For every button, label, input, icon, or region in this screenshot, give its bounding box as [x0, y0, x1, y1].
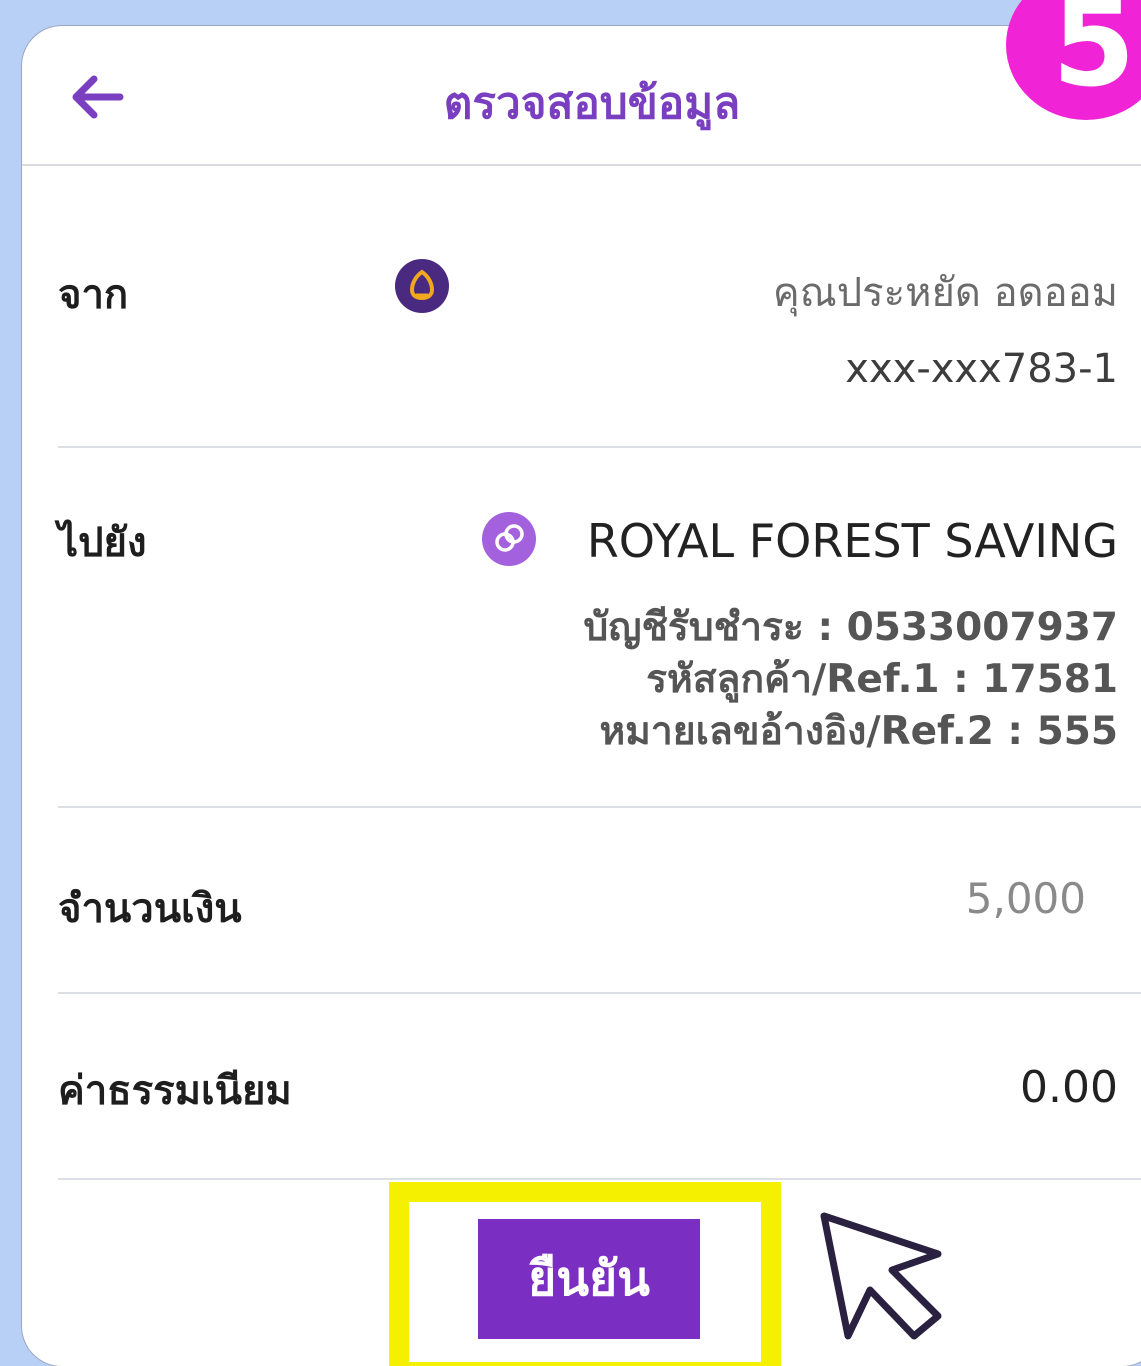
divider: [58, 806, 1141, 808]
to-label: ไปยัง: [58, 520, 147, 566]
review-card: ตรวจสอบข้อมูล จาก คุณประหยัด อดออม xxx-x…: [22, 26, 1141, 1366]
biller-icon: [482, 512, 536, 566]
payee-name: ROYAL FOREST SAVING: [586, 514, 1118, 568]
amount-value: 5,000: [965, 874, 1086, 923]
divider: [58, 992, 1141, 994]
from-account-name: คุณประหยัด อดออม: [772, 270, 1118, 316]
bank-logo-icon: [395, 259, 449, 313]
from-label: จาก: [58, 272, 129, 318]
highlight-frame: [389, 1182, 781, 1366]
divider: [58, 446, 1141, 448]
divider: [58, 1178, 1141, 1180]
amount-label: จำนวนเงิน: [58, 886, 242, 932]
payee-ref2-line: หมายเลขอ้างอิง/Ref.2 : 555: [599, 709, 1118, 754]
cursor-pointer-icon: [820, 1212, 942, 1340]
fee-label: ค่าธรรมเนียม: [58, 1068, 292, 1114]
fee-value: 0.00: [1020, 1062, 1118, 1113]
page-title: ตรวจสอบข้อมูล: [443, 78, 741, 129]
header: ตรวจสอบข้อมูล: [22, 26, 1141, 166]
from-account-number: xxx-xxx783-1: [845, 346, 1118, 392]
